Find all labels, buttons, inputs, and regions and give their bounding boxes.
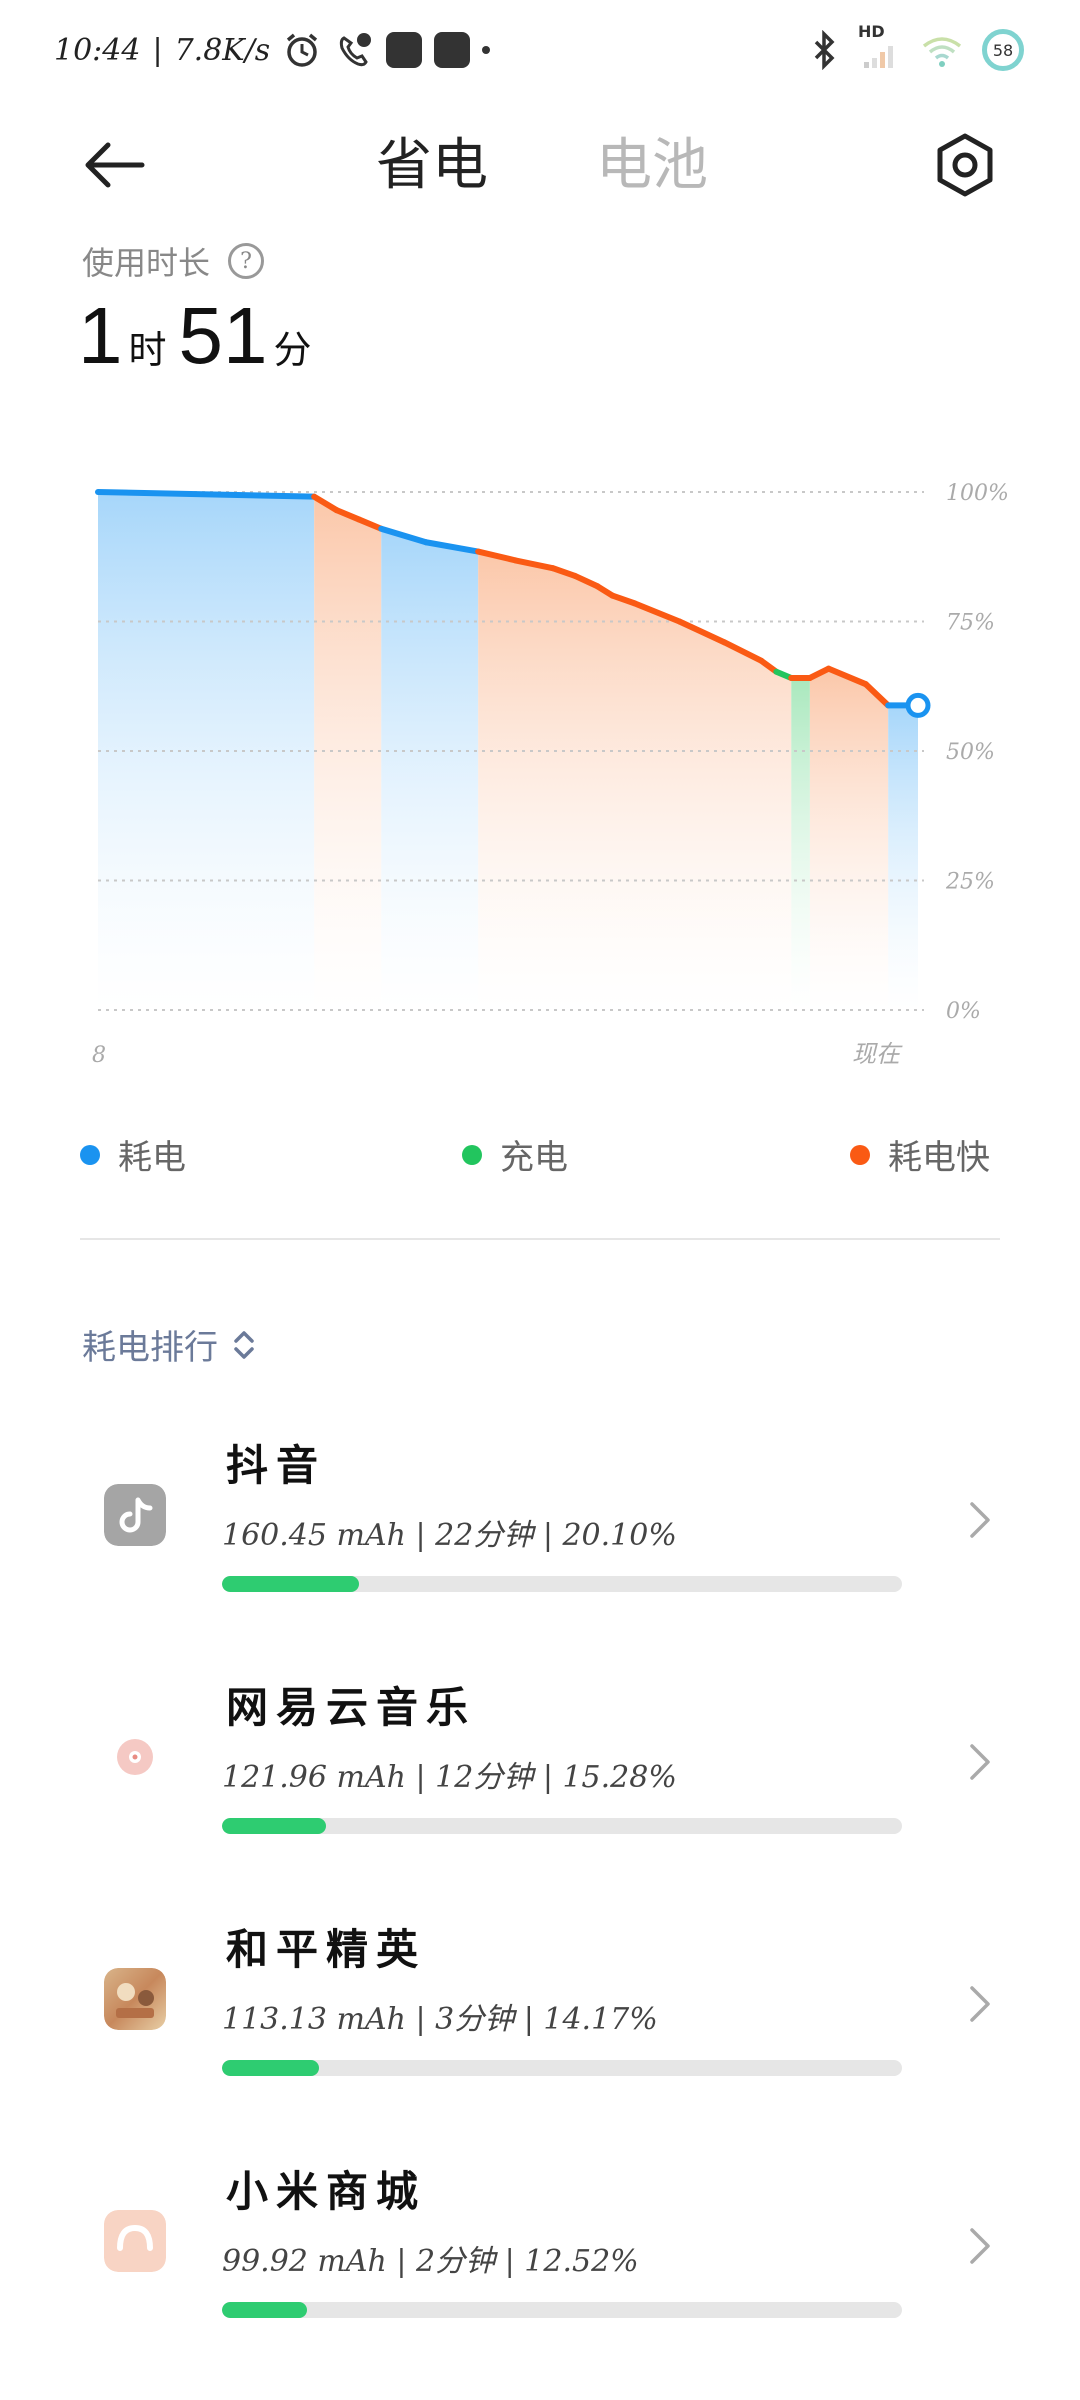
app-name: 小米商城 [226,2167,427,2216]
bluetooth-icon [814,30,835,70]
usage-hours-unit: 时 [128,328,167,372]
section-divider [80,1238,1000,1240]
usage-progress-bar [222,2060,902,2076]
usage-minutes-unit: 分 [273,328,312,372]
app-row-peace-elite[interactable]: 和平精英 113.13 mAh | 3分钟 | 14.17% [0,1904,1080,2104]
app-name: 和平精英 [226,1925,427,1974]
current-level-marker [905,692,931,718]
usage-progress-bar [222,1576,902,1592]
battery-icon: 58 [982,29,1024,71]
x-tick-label-start: 8 [92,1043,106,1068]
y-tick-label: 0% [946,999,981,1024]
chart-band-fast_discharge [478,551,792,1010]
legend-discharge-label: 耗电 [118,1138,186,1178]
chart-band-charging [791,677,810,1010]
app-stats: 121.96 mAh | 12分钟 | 15.28% [222,1760,677,1795]
app-name: 网易云音乐 [226,1683,477,1732]
usage-progress-fill [222,1818,327,1834]
y-tick-label: 25% [945,870,995,895]
usage-progress-fill [222,1576,359,1592]
app-name: 抖音 [226,1441,327,1490]
app-stats: 99.92 mAh | 2分钟 | 12.52% [222,2244,639,2279]
chevron-right-icon [970,1502,990,1538]
wifi-icon [922,37,962,67]
status-right: HD 58 [808,22,1024,72]
app-row-netease-music[interactable]: 网易云音乐 121.96 mAh | 12分钟 | 15.28% [0,1662,1080,1862]
settings-icon[interactable] [930,130,1000,200]
y-tick-label: 100% [946,481,1009,506]
chevron-right-icon [970,2228,990,2264]
y-tick-label: 75% [946,611,995,636]
legend-charging-dot [462,1144,482,1165]
ranking-title: 耗电排行 [82,1328,218,1368]
battery-chart: 100% 75% 50% 25% 0% 8 现在 [0,440,1080,1080]
chart-legend: 耗电 充电 耗电快 [80,1130,1000,1180]
x-tick-label-now: 现在 [852,1040,903,1068]
usage-minutes: 51 [178,291,268,380]
app-notification-icon-2 [434,32,471,68]
app-notification-icon [386,32,423,68]
alarm-icon [287,33,318,67]
tab-save-power[interactable]: 省电 [376,120,488,201]
app-row-douyin[interactable]: 抖音 160.45 mAh | 22分钟 | 20.10% [0,1420,1080,1620]
header: 省电 电池 [0,110,1080,210]
mi-store-icon [104,2210,166,2272]
tab-battery[interactable]: 电池 [596,120,708,201]
status-left: 10:44 | 7.8K/s [54,30,491,70]
chart-band-fast_discharge [314,496,382,1010]
legend-charging-label: 充电 [500,1138,568,1178]
usage-label: 使用时长 ? [82,238,265,284]
usage-progress-bar [222,1818,902,1834]
legend-fast-discharge-label: 耗电快 [888,1138,990,1178]
help-icon[interactable]: ? [228,243,265,279]
ranking-sort-toggle[interactable]: 耗电排行 [82,1320,256,1369]
more-notifications-icon [482,46,491,54]
status-time: 10:44 [54,32,141,68]
usage-progress-bar [222,2302,902,2318]
legend-discharge: 耗电 [80,1130,186,1179]
app-stats: 113.13 mAh | 3分钟 | 14.17% [222,2002,658,2037]
battery-chart-svg: 100% 75% 50% 25% 0% 8 现在 [92,481,1009,1068]
app-row-mi-store[interactable]: 小米商城 99.92 mAh | 2分钟 | 12.52% [0,2146,1080,2346]
legend-fast-discharge: 耗电快 [850,1130,990,1179]
chart-band-discharge [381,528,479,1010]
back-arrow-icon[interactable] [80,130,150,200]
netease-music-icon [104,1726,166,1788]
usage-progress-fill [222,2060,319,2076]
douyin-icon [104,1484,166,1546]
network-speed: 7.8K/s [174,32,271,68]
usage-progress-fill [222,2302,307,2318]
usage-duration: 1 时 51 分 [78,290,324,382]
sort-toggle-icon [234,1330,254,1359]
app-stats: 160.45 mAh | 22分钟 | 20.10% [222,1518,677,1553]
chevron-right-icon [970,1986,990,2022]
legend-charging: 充电 [462,1130,568,1179]
peace-elite-icon [104,1968,166,2030]
status-bar: 10:44 | 7.8K/s HD 58 [0,0,1080,100]
legend-fast-discharge-dot [850,1144,870,1165]
usage-hours: 1 [78,291,123,380]
chevron-right-icon [970,1744,990,1780]
legend-discharge-dot [80,1144,100,1165]
signal-icon: HD [858,22,902,72]
phone-ai-icon [340,33,372,67]
battery-level: 58 [992,40,1014,60]
chart-band-fast_discharge [809,668,889,1010]
usage-label-text: 使用时长 [82,244,211,282]
y-tick-label: 50% [946,740,995,765]
status-divider: | [152,32,163,68]
